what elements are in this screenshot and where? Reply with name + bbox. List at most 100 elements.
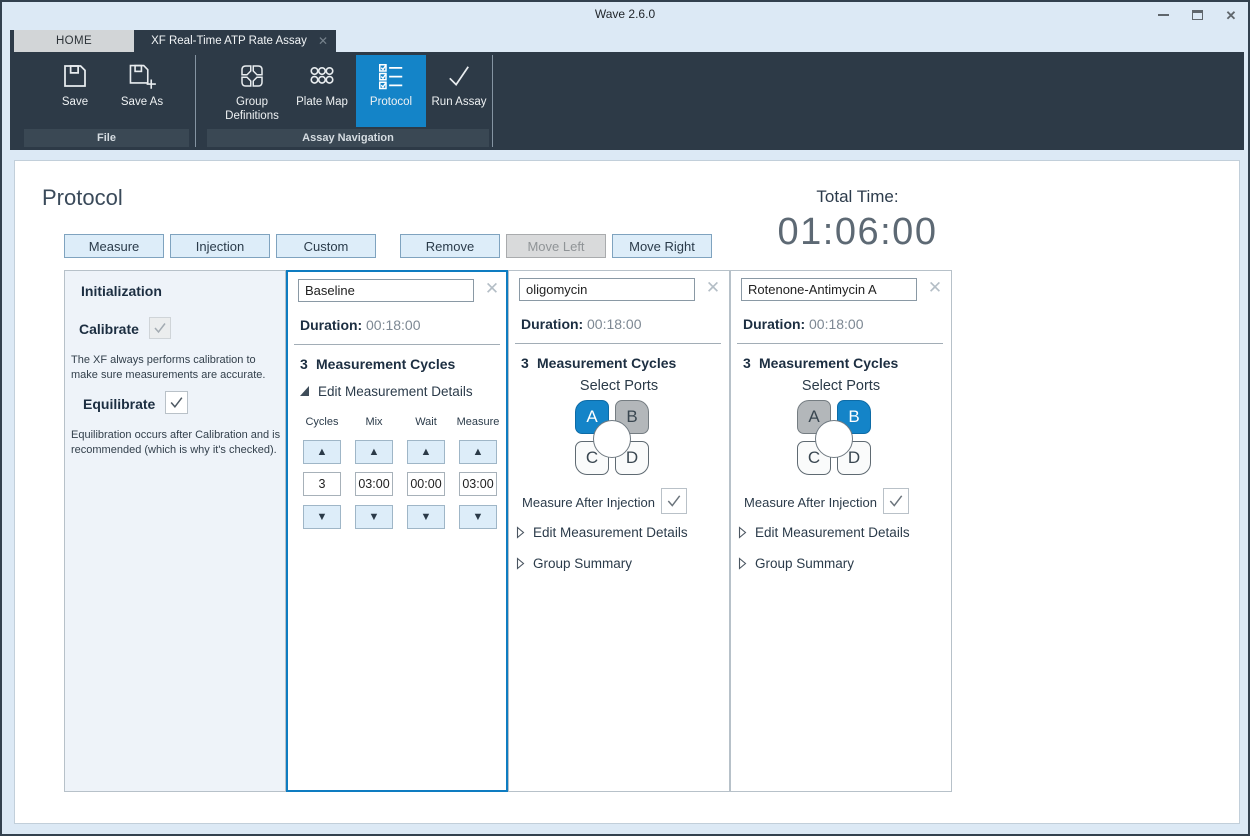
window-controls: ✕ [1154,2,1240,28]
close-button[interactable]: ✕ [1222,6,1240,24]
cycles-header: Cycles [296,416,348,428]
calibrate-checkbox[interactable] [149,317,171,339]
measure-header: Measure [452,416,504,428]
save-as-button[interactable]: Save As [112,55,172,127]
oligomycin-column[interactable]: ✕ Duration: 00:18:00 3 Measurement Cycle… [508,270,730,792]
tab-assay[interactable]: XF Real-Time ATP Rate Assay ✕ [140,30,336,52]
tab-home-label: HOME [56,35,92,47]
save-as-label: Save As [121,95,163,109]
expander-collapsed-icon [516,557,525,570]
baseline-duration-value: 00:18:00 [366,317,421,333]
cycles-down-button[interactable]: ▼ [303,505,341,529]
divider [737,343,943,344]
port-center-circle [593,420,631,458]
baseline-close-icon[interactable]: ✕ [480,277,504,301]
group-definitions-label: Group Definitions [214,95,290,124]
wait-value-input[interactable] [407,472,445,496]
equilibrate-checkbox[interactable] [165,391,188,414]
rotenone-name-input[interactable] [741,278,917,301]
total-time: Total Time: 01:06:00 [745,187,970,254]
calibrate-note: The XF always performs calibration to ma… [71,353,283,383]
measure-up-button[interactable]: ▲ [459,440,497,464]
oligomycin-edit-details-expander[interactable]: Edit Measurement Details [516,525,688,540]
measurement-cycles-label: Measurement Cycles [537,355,676,371]
minimize-icon [1158,14,1169,16]
remove-button[interactable]: Remove [400,234,500,258]
protocol-label: Protocol [370,95,412,109]
tab-home[interactable]: HOME [14,30,134,52]
group-definitions-button[interactable]: Group Definitions [214,55,290,127]
check-icon [888,494,904,508]
save-label: Save [62,95,88,109]
oligomycin-close-icon[interactable]: ✕ [701,276,725,300]
baseline-name-input[interactable] [298,279,474,302]
measure-down-button[interactable]: ▼ [459,505,497,529]
window-title: Wave 2.6.0 [2,7,1248,21]
move-right-button[interactable]: Move Right [612,234,712,258]
group-summary-label: Group Summary [533,556,632,571]
save-button[interactable]: Save [46,55,104,127]
run-assay-button[interactable]: Run Assay [430,55,488,127]
custom-button[interactable]: Custom [276,234,376,258]
rotenone-group-summary-expander[interactable]: Group Summary [738,556,854,571]
file-group-label: File [24,129,189,147]
baseline-edit-details-expander[interactable]: Edit Measurement Details [300,384,473,399]
equilibrate-label: Equilibrate [83,396,155,412]
oligomycin-duration-label: Duration: [521,316,583,332]
save-as-icon [127,61,157,91]
mix-down-button[interactable]: ▼ [355,505,393,529]
run-assay-icon [444,61,474,91]
protocol-button[interactable]: Protocol [356,55,426,127]
rotenone-measure-after-injection-checkbox[interactable] [883,488,909,514]
app-window: Wave 2.6.0 ✕ HOME XF Real-Time ATP Rate … [0,0,1250,836]
cycles-value-input[interactable] [303,472,341,496]
rotenone-edit-details-expander[interactable]: Edit Measurement Details [738,525,910,540]
total-time-label: Total Time: [745,187,970,207]
plate-map-button[interactable]: Plate Map [294,55,350,127]
select-ports-label: Select Ports [731,378,951,394]
measure-button[interactable]: Measure [64,234,164,258]
calibrate-check-icon [153,322,167,334]
ribbon: Save Save As Group Definitions [10,52,1244,150]
measure-after-injection-label: Measure After Injection [509,495,655,510]
oligomycin-group-summary-expander[interactable]: Group Summary [516,556,632,571]
measure-after-injection-label: Measure After Injection [731,495,877,510]
expander-collapsed-icon [738,557,747,570]
group-summary-label: Group Summary [755,556,854,571]
rotenone-column[interactable]: ✕ Duration: 00:18:00 3 Measurement Cycle… [730,270,952,792]
select-ports-label: Select Ports [509,378,729,394]
injection-button[interactable]: Injection [170,234,270,258]
mix-up-button[interactable]: ▲ [355,440,393,464]
toolbar-spacer [382,234,394,258]
rotenone-close-icon[interactable]: ✕ [923,276,947,300]
cycles-up-button[interactable]: ▲ [303,440,341,464]
oligomycin-port-selector: A B C D [575,400,651,478]
oligomycin-name-input[interactable] [519,278,695,301]
wait-down-button[interactable]: ▼ [407,505,445,529]
page-title: Protocol [42,185,123,211]
divider [294,344,500,345]
wait-up-button[interactable]: ▲ [407,440,445,464]
baseline-column[interactable]: ✕ Duration: 00:18:00 3 Measurement Cycle… [286,270,508,792]
initialization-column: Initialization Calibrate The XF always p… [64,270,286,792]
mix-value-input[interactable] [355,472,393,496]
edit-details-label: Edit Measurement Details [755,525,910,540]
protocol-icon [376,61,406,91]
equilibrate-note: Equilibration occurs after Calibration a… [71,428,283,458]
plate-map-label: Plate Map [296,95,348,109]
minimize-button[interactable] [1154,6,1172,24]
measure-value-input[interactable] [459,472,497,496]
tab-close-icon[interactable]: ✕ [318,34,336,48]
maximize-button[interactable] [1188,6,1206,24]
close-icon: ✕ [1226,9,1237,22]
total-time-value: 01:06:00 [745,211,970,254]
rotenone-cycle-count: 3 [743,355,751,371]
assay-navigation-group-label: Assay Navigation [207,129,489,147]
wait-header: Wait [400,416,452,428]
mix-header: Mix [348,416,400,428]
expander-collapsed-icon [738,526,747,539]
move-left-button[interactable]: Move Left [506,234,606,258]
check-icon [666,494,682,508]
divider [515,343,721,344]
oligomycin-measure-after-injection-checkbox[interactable] [661,488,687,514]
